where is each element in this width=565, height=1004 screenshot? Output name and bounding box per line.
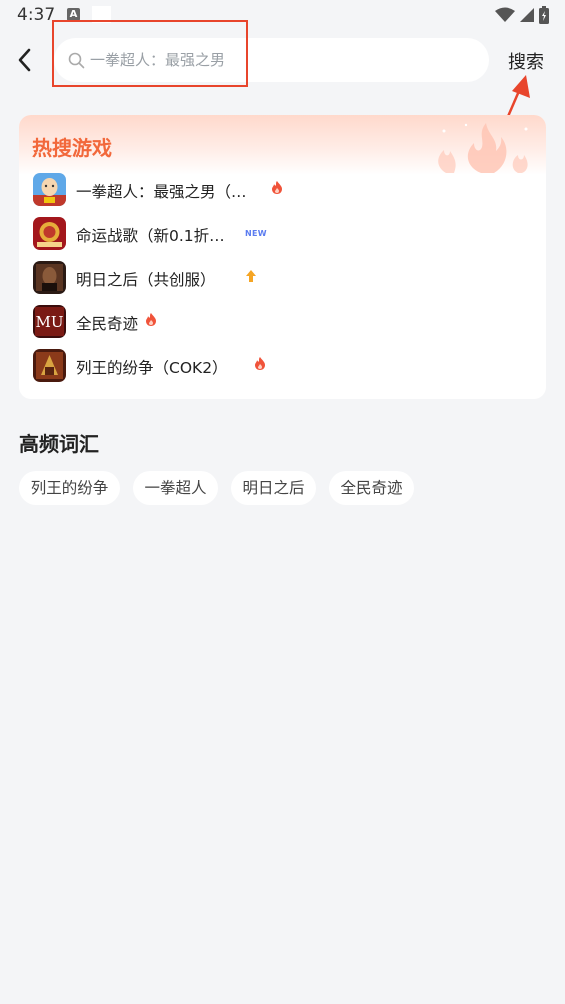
frequent-word-chip[interactable]: 明日之后 (231, 471, 316, 505)
flame-decoration-icon (438, 123, 528, 173)
hot-game-item[interactable]: MU 全民奇迹 (33, 305, 533, 339)
hot-games-title: 热搜游戏 (32, 136, 112, 160)
trending-up-icon (246, 270, 256, 282)
search-box[interactable] (54, 38, 489, 82)
battery-icon (539, 6, 549, 24)
hot-game-item[interactable]: 命运战歌（新0.1折… NEW (33, 217, 533, 251)
frequent-word-chip[interactable]: 一拳超人 (133, 471, 218, 505)
fire-icon (272, 181, 282, 194)
one-punch-man-game-icon (33, 173, 66, 206)
status-icons (495, 5, 549, 25)
notification-a-icon: A (67, 8, 80, 21)
hot-game-item[interactable]: 列王的纷争（COK2） (33, 349, 533, 383)
game-name: 列王的纷争（COK2） (76, 359, 228, 377)
chevron-left-icon (18, 48, 31, 72)
mu-miracle-game-icon: MU (33, 305, 66, 338)
fire-icon (146, 313, 156, 326)
game-name: 明日之后（共创服） (76, 271, 216, 289)
search-input[interactable] (90, 50, 470, 70)
fate-war-song-game-icon (33, 217, 66, 250)
game-name: 命运战歌（新0.1折… (76, 227, 225, 245)
status-bar: 4:37 A (0, 0, 565, 30)
notification-blank-icon (92, 6, 111, 23)
wifi-icon (495, 7, 515, 22)
frequent-word-chip[interactable]: 全民奇迹 (329, 471, 414, 505)
tomorrow-game-icon (33, 261, 66, 294)
svg-text:MU: MU (35, 313, 63, 331)
fire-icon (255, 357, 265, 370)
new-badge: NEW (245, 229, 267, 238)
status-time: 4:37 (17, 5, 56, 25)
game-name: 一拳超人：最强之男（… (76, 183, 247, 201)
hot-game-item[interactable]: 明日之后（共创服） (33, 261, 533, 295)
frequent-word-chip[interactable]: 列王的纷争 (19, 471, 120, 505)
signal-icon (520, 8, 534, 22)
back-button[interactable] (14, 46, 36, 74)
game-name: 全民奇迹 (76, 315, 139, 333)
hot-games-card: 热搜游戏 一拳超人：最强之男（… 命运战歌（新0.1折… NEW 明日之后（共创… (19, 115, 546, 399)
clash-of-kings-game-icon (33, 349, 66, 382)
hot-game-item[interactable]: 一拳超人：最强之男（… (33, 173, 533, 207)
frequent-words-title: 高频词汇 (19, 432, 99, 456)
search-icon (68, 52, 85, 69)
